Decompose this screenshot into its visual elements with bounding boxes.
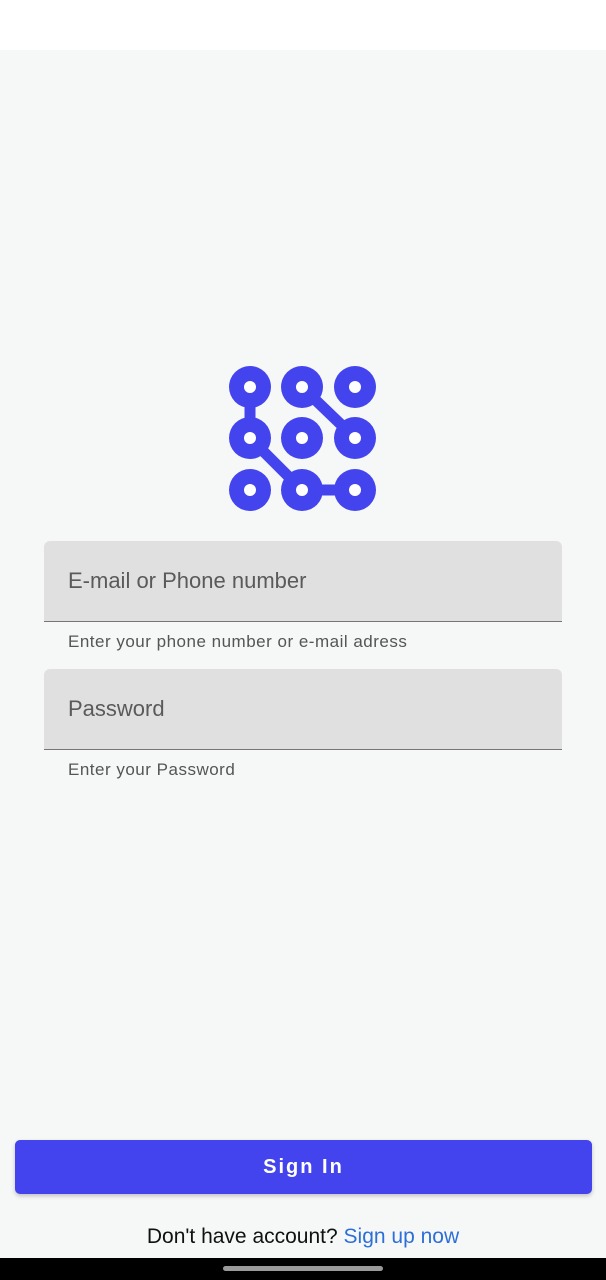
navigation-bar: [0, 1258, 606, 1280]
status-bar: [0, 0, 606, 50]
password-field[interactable]: [44, 669, 562, 749]
pattern-lock-icon: [229, 366, 376, 511]
signup-prompt: Don't have account?: [146, 1225, 338, 1248]
email-field-container: [44, 541, 562, 622]
email-field[interactable]: [44, 541, 562, 621]
sign-in-button[interactable]: Sign In: [15, 1140, 592, 1194]
password-helper-text: Enter your Password: [68, 760, 236, 779]
signup-row: Don't have account? Sign up now: [0, 1225, 606, 1249]
sign-up-link[interactable]: Sign up now: [344, 1225, 460, 1248]
password-field-container: [44, 669, 562, 750]
email-helper-text: Enter your phone number or e-mail adress: [68, 632, 408, 651]
home-indicator[interactable]: [223, 1266, 383, 1271]
